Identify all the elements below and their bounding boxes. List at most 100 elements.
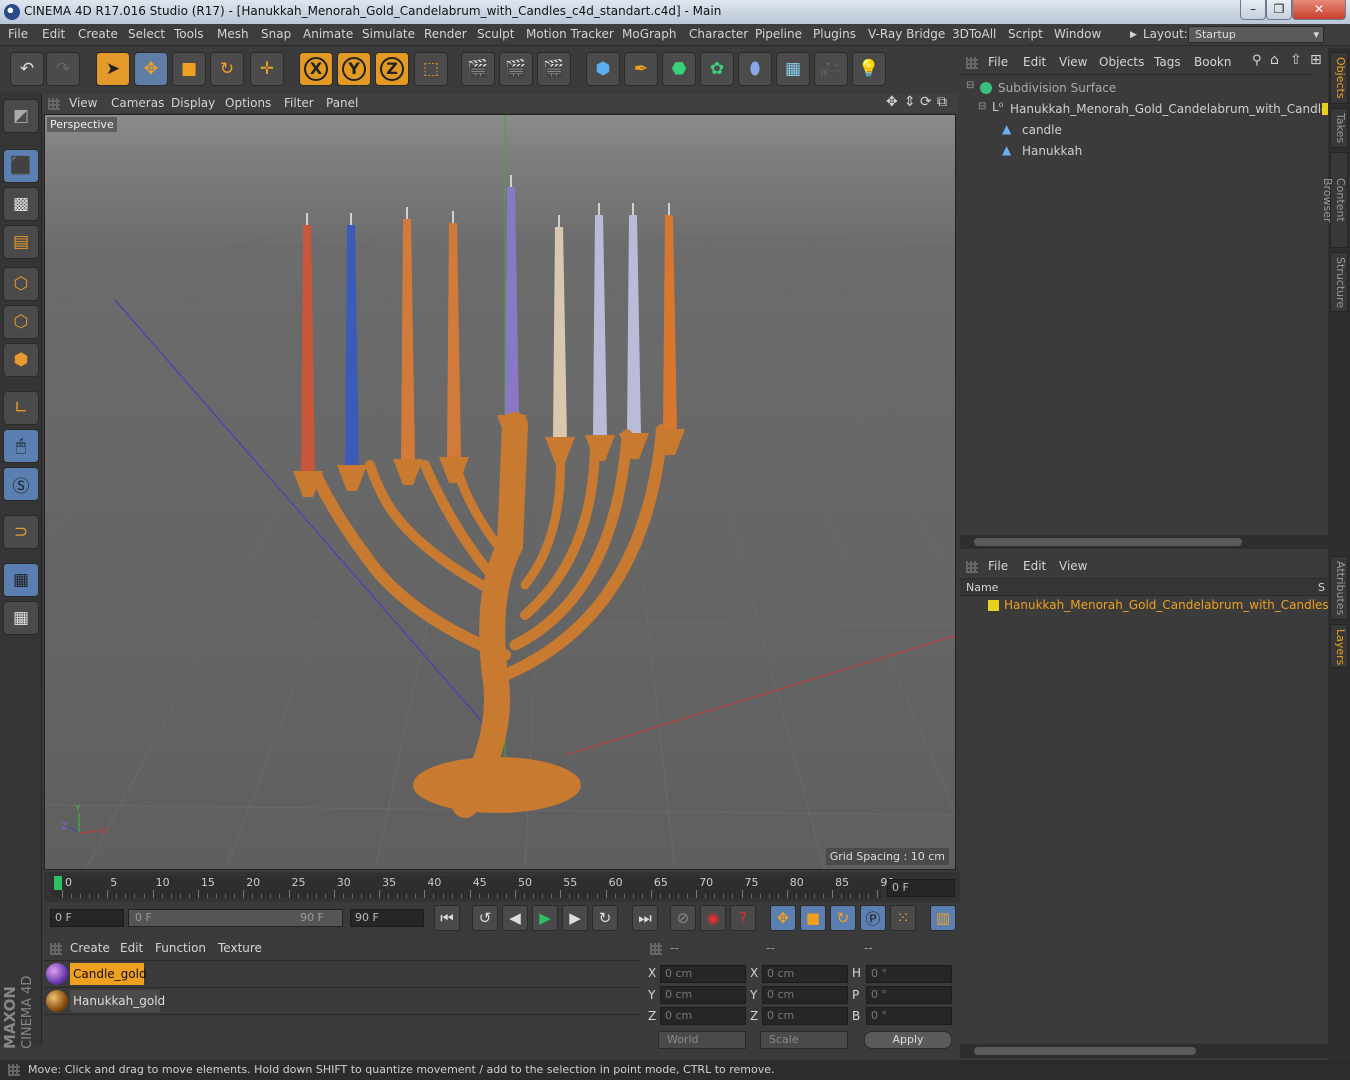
render-settings-button[interactable]: 🎬: [537, 52, 571, 86]
coordinate-system-button[interactable]: ⬚: [414, 52, 448, 86]
add-camera-button[interactable]: 🎥: [814, 52, 848, 86]
points-mode-button[interactable]: ⬡: [3, 267, 39, 301]
collapse-icon[interactable]: ⊟: [978, 101, 986, 112]
menu-plugins[interactable]: Plugins: [813, 27, 856, 41]
y-axis-button[interactable]: Y: [337, 52, 371, 86]
menu-create[interactable]: Create: [78, 27, 118, 41]
snap-button[interactable]: ⊃: [3, 515, 39, 549]
viewport-menu-display[interactable]: Display: [171, 96, 215, 110]
key-position-button[interactable]: ✥: [770, 905, 796, 931]
add-environment-button[interactable]: ▦: [776, 52, 810, 86]
tab-structure[interactable]: Structure: [1330, 252, 1348, 312]
polygons-mode-button[interactable]: ⬢: [3, 343, 39, 377]
go-to-end-button[interactable]: ⏭: [632, 905, 658, 931]
tab-content-browser[interactable]: Content Browser: [1321, 152, 1348, 248]
rotation-b-field[interactable]: 0 °: [866, 1007, 952, 1025]
key-rotation-button[interactable]: ↻: [830, 905, 856, 931]
next-frame-button[interactable]: ▶: [562, 905, 588, 931]
horizontal-scrollbar[interactable]: [960, 535, 1328, 549]
layer-name[interactable]: Hanukkah_Menorah_Gold_Candelabrum_with_C…: [1004, 598, 1329, 612]
frame-range-slider[interactable]: 0 F 90 F: [128, 909, 343, 927]
viewport-maximize-icon[interactable]: ⧉: [937, 94, 947, 110]
add-light-button[interactable]: 💡: [852, 52, 886, 86]
menu-pipeline[interactable]: Pipeline: [755, 27, 802, 41]
rotation-h-field[interactable]: 0 °: [866, 965, 952, 983]
tab-takes[interactable]: Takes: [1330, 108, 1348, 148]
position-z-field[interactable]: 0 cm: [660, 1007, 746, 1025]
tab-objects[interactable]: Objects: [1330, 52, 1348, 104]
home-icon[interactable]: ⌂: [1270, 52, 1279, 68]
keyframe-selection-button[interactable]: ?: [730, 905, 756, 931]
ruler-track[interactable]: 051015202530354045505560657075808590: [52, 876, 894, 898]
model-mode-button[interactable]: ⬛: [3, 149, 39, 183]
next-key-button[interactable]: ↻: [592, 905, 618, 931]
lock-workplane-button[interactable]: ▦: [3, 563, 39, 597]
start-frame-field[interactable]: 0 F: [50, 909, 124, 927]
add-deformer-button[interactable]: ⬮: [738, 52, 772, 86]
menu-animate[interactable]: Animate: [303, 27, 353, 41]
solo-mode-button[interactable]: Ⓢ: [3, 467, 39, 501]
menu-window[interactable]: Window: [1054, 27, 1101, 41]
rotate-tool-button[interactable]: ↻: [210, 52, 244, 86]
material-menu-create[interactable]: Create: [70, 941, 110, 955]
go-to-start-button[interactable]: ⏮: [434, 905, 460, 931]
layout-dropdown[interactable]: Startup ▾: [1188, 26, 1324, 43]
menu-character[interactable]: Character: [689, 27, 748, 41]
edges-mode-button[interactable]: ⬡: [3, 305, 39, 339]
timeline-window-button[interactable]: ▥: [930, 905, 956, 931]
menu-select[interactable]: Select: [128, 27, 165, 41]
material-menu-texture[interactable]: Texture: [218, 941, 262, 955]
scale-tool-button[interactable]: ■: [172, 52, 206, 86]
viewport-menu-view[interactable]: View: [69, 96, 97, 110]
material-menu-edit[interactable]: Edit: [120, 941, 143, 955]
menu-tools[interactable]: Tools: [174, 27, 204, 41]
add-spline-button[interactable]: ✒: [624, 52, 658, 86]
recent-tool-button[interactable]: ✛: [250, 52, 284, 86]
viewport-menu-panel[interactable]: Panel: [326, 96, 358, 110]
live-selection-button[interactable]: ➤: [96, 52, 130, 86]
viewport-menu-filter[interactable]: Filter: [284, 96, 314, 110]
position-x-field[interactable]: 0 cm: [660, 965, 746, 983]
add-cube-button[interactable]: ⬢: [586, 52, 620, 86]
end-frame-field[interactable]: 90 F: [350, 909, 424, 927]
rotation-p-field[interactable]: 0 °: [866, 986, 952, 1004]
scrollbar-thumb[interactable]: [974, 1047, 1196, 1055]
key-parameter-button[interactable]: Ⓟ: [860, 905, 886, 931]
current-frame-field[interactable]: 0 F: [887, 879, 955, 897]
previous-key-button[interactable]: ↺: [472, 905, 498, 931]
up-icon[interactable]: ⇧: [1290, 52, 1302, 68]
render-picture-viewer-button[interactable]: 🎬: [499, 52, 533, 86]
make-editable-button[interactable]: ◩: [3, 99, 39, 133]
material-item[interactable]: Candle_gold: [44, 961, 640, 987]
viewport-move-icon[interactable]: ✥: [886, 94, 898, 110]
menu-simulate[interactable]: Simulate: [362, 27, 415, 41]
material-item[interactable]: Hanukkah_gold: [44, 988, 640, 1014]
layers-menu-edit[interactable]: Edit: [1023, 559, 1046, 573]
add-generator-button[interactable]: ⬣: [662, 52, 696, 86]
workplane-mode-button[interactable]: ▤: [3, 225, 39, 259]
size-y-field[interactable]: 0 cm: [762, 986, 848, 1004]
x-axis-button[interactable]: X: [299, 52, 333, 86]
menu-file[interactable]: File: [8, 27, 28, 41]
size-x-field[interactable]: 0 cm: [762, 965, 848, 983]
tab-attributes[interactable]: Attributes: [1330, 556, 1348, 620]
planar-workplane-button[interactable]: ▦: [3, 601, 39, 635]
size-mode-dropdown[interactable]: Scale: [760, 1031, 848, 1049]
menu-sculpt[interactable]: Sculpt: [477, 27, 514, 41]
axis-mode-button[interactable]: ∟: [3, 391, 39, 425]
objects-menu-file[interactable]: File: [988, 55, 1008, 69]
layers-menu-view[interactable]: View: [1059, 559, 1087, 573]
objects-menu-objects[interactable]: Objects: [1099, 55, 1144, 69]
menu-vray-bridge[interactable]: V-Ray Bridge: [868, 27, 945, 41]
menu-motion-tracker[interactable]: Motion Tracker: [526, 27, 614, 41]
object-row[interactable]: ▲ candle: [964, 120, 1314, 140]
autokey-button[interactable]: ◉: [700, 905, 726, 931]
redo-button[interactable]: ↷: [46, 52, 80, 86]
tweak-mode-button[interactable]: 🖱: [3, 429, 39, 463]
layers-menu-file[interactable]: File: [988, 559, 1008, 573]
size-z-field[interactable]: 0 cm: [762, 1007, 848, 1025]
object-row[interactable]: ▲ Hanukkah: [964, 141, 1314, 161]
search-icon[interactable]: ⚲: [1252, 53, 1262, 68]
viewport-menu-cameras[interactable]: Cameras: [111, 96, 164, 110]
layer-color-swatch[interactable]: [988, 600, 999, 611]
